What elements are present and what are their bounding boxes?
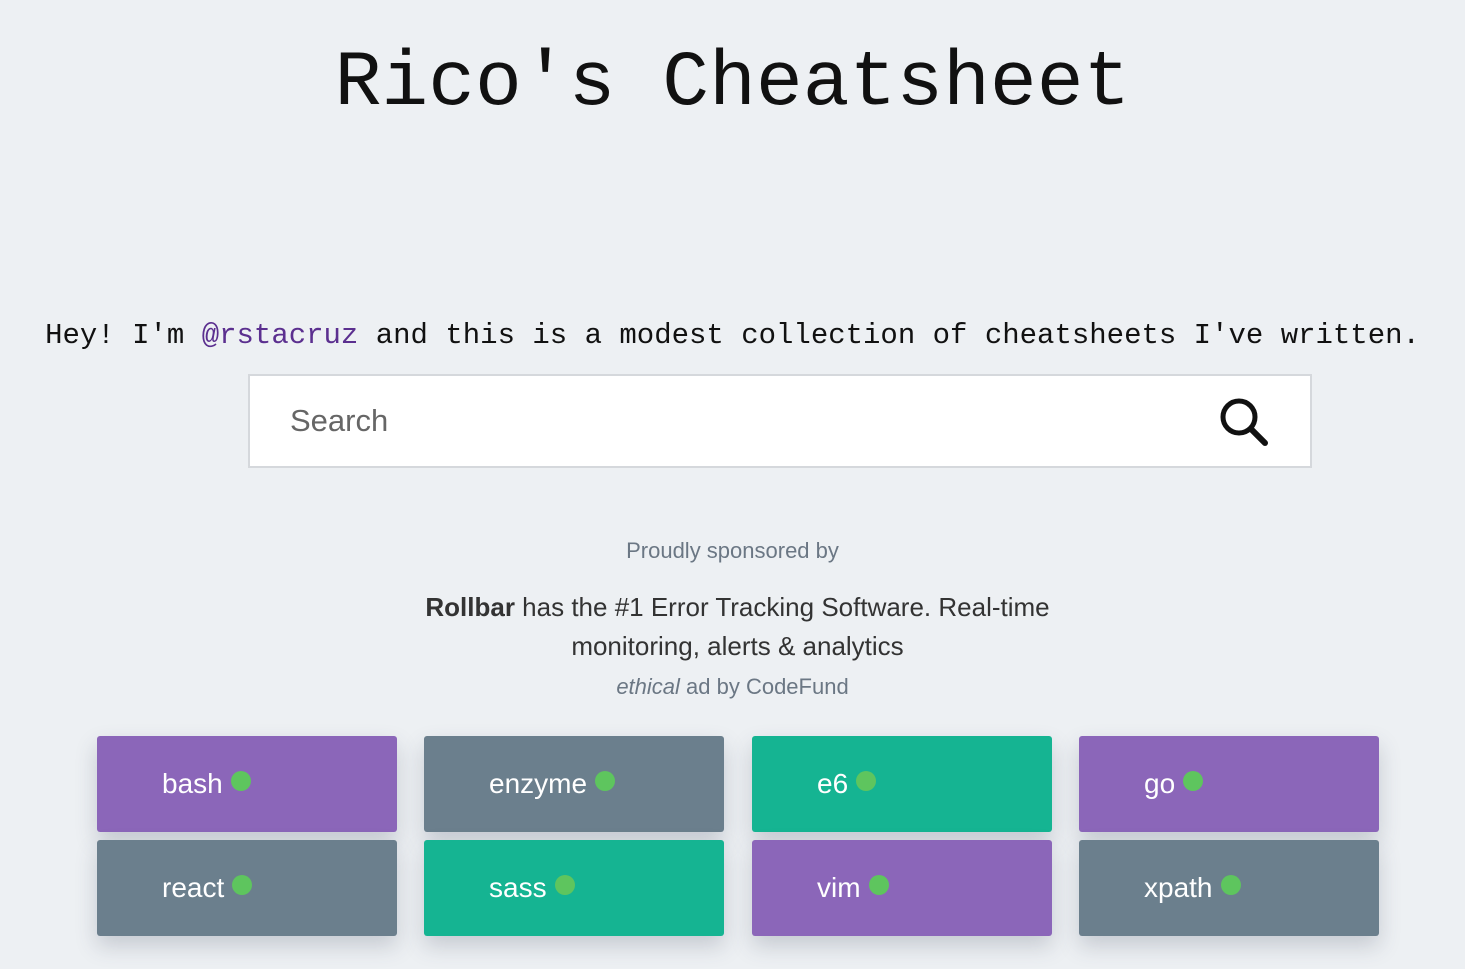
status-dot-icon [868, 875, 889, 895]
sponsor-description: has the #1 Error Tracking Software. Real… [514, 592, 1050, 661]
sponsor-label: Proudly sponsored by [626, 538, 839, 563]
status-dot-icon [554, 875, 575, 895]
tile-label: enzyme [489, 768, 588, 799]
tile-sass[interactable]: sass [424, 840, 724, 936]
tile-label: bash [162, 768, 223, 799]
tile-xpath[interactable]: xpath [1079, 840, 1379, 936]
tile-label: react [162, 872, 225, 903]
tile-e6[interactable]: e6 [752, 736, 1052, 832]
author-link[interactable]: @rstacruz [202, 319, 359, 352]
sponsor-footer-rest: ad by CodeFund [679, 674, 849, 699]
search-icon[interactable] [1216, 394, 1272, 450]
tile-label: sass [489, 872, 547, 903]
sponsor-brand: Rollbar [425, 592, 515, 622]
tile-vim[interactable]: vim [752, 840, 1052, 936]
status-dot-icon [1220, 875, 1241, 895]
status-dot-icon [1183, 771, 1204, 791]
tile-label: vim [817, 872, 861, 903]
tile-label: go [1144, 768, 1176, 799]
tile-bash[interactable]: bash [97, 736, 397, 832]
tile-enzyme[interactable]: enzyme [424, 736, 724, 832]
intro-text: Hey! I'm @rstacruz and this is a modest … [0, 316, 1465, 356]
tile-label: xpath [1144, 872, 1213, 903]
status-dot-icon [232, 875, 253, 895]
intro-after: and this is a modest collection of cheat… [358, 319, 1420, 352]
sponsor-footer-ethical: ethical [616, 674, 680, 699]
intro-before: Hey! I'm [45, 319, 202, 352]
search-box [248, 374, 1312, 468]
page-title: Rico's Cheatsheet [334, 40, 1131, 128]
sponsor-ad[interactable]: Rollbar has the #1 Error Tracking Softwa… [420, 588, 1055, 666]
search-input[interactable] [250, 376, 1150, 466]
sponsor-footer: ethical ad by CodeFund [0, 674, 1465, 700]
status-dot-icon [595, 771, 616, 791]
tile-label: e6 [817, 768, 849, 799]
tile-go[interactable]: go [1079, 736, 1379, 832]
status-dot-icon [856, 771, 877, 791]
status-dot-icon [230, 771, 251, 791]
tile-react[interactable]: react [97, 840, 397, 936]
